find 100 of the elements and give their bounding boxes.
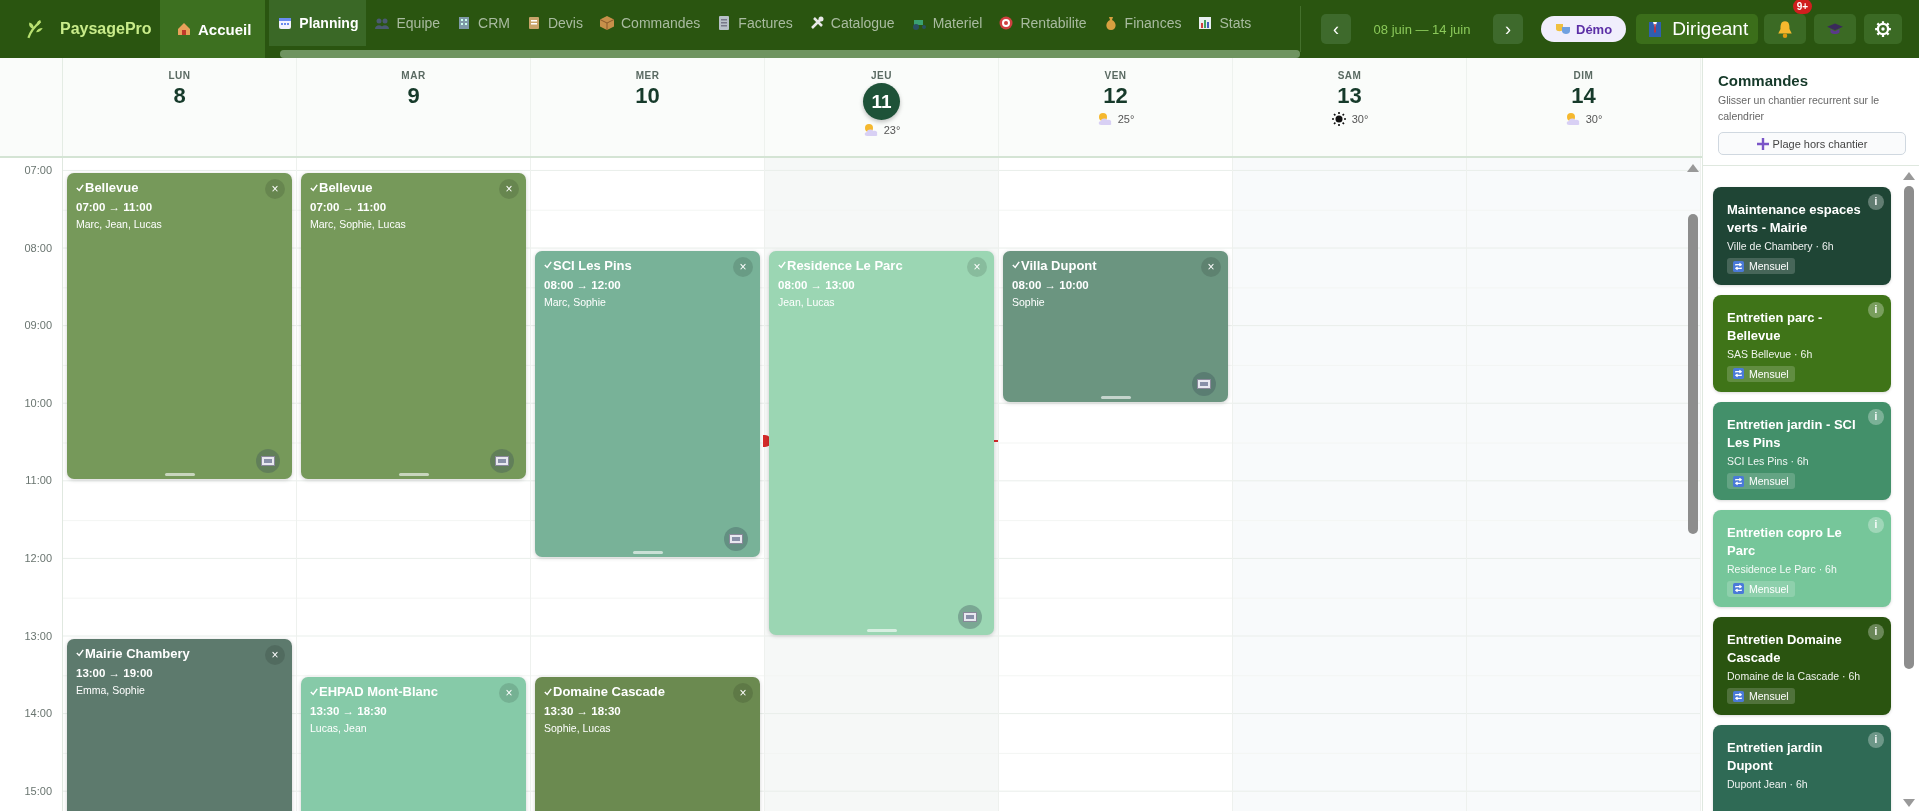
picture-icon — [1197, 378, 1211, 389]
info-button[interactable]: i — [1868, 731, 1884, 748]
order-card[interactable]: Maintenance espaces verts - Mairie Ville de Chambery · 6h Mensuel i — [1713, 187, 1891, 285]
nav-tab[interactable]: Accueil — [160, 0, 266, 58]
nav-tab[interactable]: Catalogue — [800, 0, 903, 46]
nav-tab[interactable]: Devis — [517, 0, 591, 46]
photo-button[interactable] — [724, 527, 748, 551]
check-icon — [778, 261, 786, 270]
weekday-label: LUN — [168, 70, 191, 81]
target-icon — [998, 15, 1015, 31]
repeat-icon — [1733, 690, 1744, 702]
add-slot-button[interactable]: Plage hors chantier — [1718, 132, 1906, 155]
bell-icon — [1776, 20, 1795, 38]
close-button[interactable]: × — [265, 644, 285, 665]
check-icon — [76, 649, 84, 658]
resize-handle[interactable] — [1100, 395, 1131, 399]
info-button[interactable]: i — [1868, 409, 1884, 425]
check-icon — [310, 687, 318, 696]
close-button[interactable]: × — [499, 683, 519, 704]
app-name: PaysagePro — [60, 20, 152, 38]
temperature: 30° — [1351, 113, 1369, 125]
event-title: Bellevue — [319, 180, 373, 195]
nav-tab[interactable]: Planning — [269, 0, 367, 46]
event-crew: Sophie — [1012, 295, 1046, 308]
photo-button[interactable] — [958, 604, 982, 629]
photo-button[interactable] — [1192, 371, 1216, 396]
info-button[interactable]: i — [1868, 301, 1884, 318]
resize-handle[interactable] — [164, 473, 195, 477]
weekday-label: MER — [635, 70, 660, 81]
event-card[interactable]: EHPAD Mont-Blanc × 13:30 → 18:30 Lucas, Jean — [301, 677, 526, 811]
info-button[interactable]: i — [1868, 624, 1884, 640]
day-number: 14 — [1571, 83, 1596, 109]
role-button[interactable]: Dirigeant — [1636, 14, 1759, 44]
event-crew: Emma, Sophie — [76, 683, 146, 696]
order-card[interactable]: Entretien parc - Bellevue SAS Bellevue · 6h Mensuel i — [1713, 294, 1891, 392]
settings-icon — [1874, 20, 1893, 38]
close-button[interactable]: × — [1201, 256, 1221, 277]
info-button[interactable]: i — [1868, 194, 1884, 210]
event-title: Residence Le Parc — [787, 257, 903, 273]
previous-week-button[interactable]: ‹ — [1321, 14, 1351, 44]
temperature: 25° — [1117, 113, 1135, 125]
nav-tab[interactable]: Equipe — [366, 0, 449, 46]
frequency-tag: Mensuel — [1727, 365, 1795, 382]
nav-tab[interactable]: Finances — [1094, 0, 1190, 46]
next-week-button[interactable]: › — [1493, 14, 1523, 44]
event-card[interactable]: Bellevue × 07:00 → 11:00 Marc, Jean, Lucas — [67, 173, 292, 480]
picture-icon — [495, 456, 509, 467]
resize-handle[interactable] — [866, 628, 897, 632]
order-client: SCI Les Pins · 6h — [1727, 455, 1810, 467]
event-card[interactable]: Villa Dupont × 08:00 → 10:00 Sophie — [1003, 250, 1228, 402]
picture-icon — [963, 611, 977, 622]
order-title: Entretien copro Le Parc — [1727, 523, 1843, 560]
event-title: EHPAD Mont-Blanc — [319, 684, 438, 700]
graduation-cap-button[interactable] — [1814, 14, 1857, 44]
nav-tab[interactable]: Commandes — [591, 0, 709, 46]
picture-icon — [261, 456, 275, 467]
event-title: Villa Dupont — [1021, 257, 1097, 273]
event-title: Mairie Chambery — [85, 645, 190, 661]
masks-icon — [1555, 21, 1571, 37]
hour-label: 08:00 — [23, 241, 53, 256]
close-button[interactable]: × — [733, 256, 753, 277]
event-crew: Marc, Sophie — [544, 295, 607, 308]
close-button[interactable]: × — [265, 179, 285, 199]
close-button[interactable]: × — [733, 683, 753, 704]
nav-tab[interactable]: Materiel — [902, 0, 991, 46]
sun-behind-cloud-icon — [1096, 111, 1113, 127]
notification-count: 9+ — [1792, 0, 1813, 14]
sun-behind-cloud-icon — [862, 122, 879, 138]
photo-button[interactable] — [256, 449, 280, 474]
order-title: Entretien parc - Bellevue — [1727, 308, 1824, 345]
check-icon — [76, 183, 84, 192]
nav-tab[interactable]: Rentabilite — [990, 0, 1095, 46]
hour-label: 14:00 — [23, 707, 53, 722]
event-crew: Marc, Sophie, Lucas — [310, 218, 407, 230]
event-card[interactable]: Domaine Cascade × 13:30 → 18:30 Sophie, Lucas — [535, 677, 760, 811]
order-card[interactable]: Entretien jardin Dupont Dupont Jean · 6h i — [1713, 724, 1891, 811]
frequency-tag: Mensuel — [1727, 688, 1795, 704]
order-title: Entretien Domaine Cascade — [1727, 631, 1843, 667]
panel-title: Commandes — [1718, 72, 1810, 89]
photo-button[interactable] — [490, 449, 514, 474]
notifications-button[interactable] — [1764, 14, 1807, 44]
resize-handle[interactable] — [398, 473, 429, 477]
settings-button[interactable] — [1864, 14, 1903, 44]
nav-tab[interactable]: CRM — [448, 0, 518, 46]
demo-badge[interactable]: Démo — [1541, 16, 1627, 42]
order-card[interactable]: Entretien jardin - SCI Les Pins SCI Les Pins · 6h Mensuel i — [1713, 402, 1891, 500]
event-time: 07:00 → 11:00 — [76, 201, 154, 213]
hour-label: 09:00 — [23, 319, 53, 334]
order-card[interactable]: Entretien Domaine Cascade Domaine de la Cascade · 6h Mensuel i — [1713, 617, 1891, 715]
day-number: 8 — [173, 83, 186, 109]
close-button[interactable]: × — [499, 179, 519, 199]
event-card[interactable]: Bellevue × 07:00 → 11:00 Marc, Sophie, Lucas — [301, 173, 526, 480]
day-number: 13 — [1337, 83, 1362, 109]
nav-tab[interactable]: Stats — [1189, 0, 1260, 46]
temperature: 30° — [1585, 113, 1603, 125]
nav-tab[interactable]: Factures — [708, 0, 801, 46]
resize-handle[interactable] — [632, 551, 663, 554]
event-card[interactable]: Mairie Chambery × 13:00 → 19:00 Emma, Sophie — [67, 638, 292, 811]
event-card[interactable]: SCI Les Pins × 08:00 → 12:00 Marc, Sophie — [535, 250, 760, 557]
horizontal-scrollbar[interactable] — [280, 50, 1300, 58]
